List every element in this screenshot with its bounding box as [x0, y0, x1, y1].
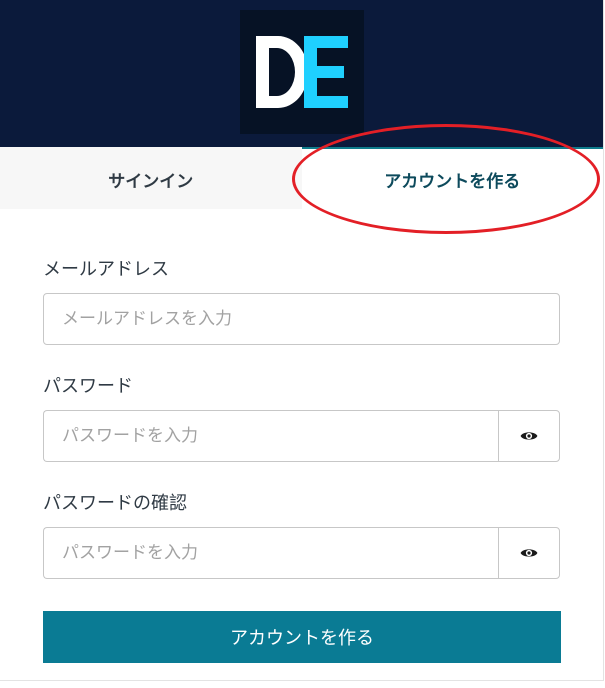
- email-input[interactable]: [43, 293, 560, 345]
- signup-panel: サインイン アカウントを作る メールアドレス パスワード パスワードの確認: [0, 0, 604, 681]
- password-field-wrap: [43, 410, 560, 462]
- logo-letter-e: [303, 36, 348, 108]
- password-label: パスワード: [43, 376, 133, 397]
- eye-icon: [520, 549, 538, 557]
- eye-icon: [520, 432, 538, 440]
- confirm-password-label: パスワードの確認: [43, 493, 187, 514]
- header: [0, 0, 603, 147]
- auth-tabs: サインイン アカウントを作る: [0, 124, 603, 234]
- signup-form: メールアドレス パスワード パスワードの確認: [0, 209, 603, 663]
- create-account-button[interactable]: アカウントを作る: [43, 611, 561, 663]
- password-visibility-toggle[interactable]: [498, 410, 560, 462]
- confirm-password-input[interactable]: [43, 527, 498, 579]
- de-logo: [239, 10, 364, 134]
- email-field-wrap: [43, 293, 560, 345]
- tab-create-account[interactable]: アカウントを作る: [301, 147, 603, 209]
- logo-letter-d: [255, 36, 308, 108]
- email-label: メールアドレス: [43, 259, 169, 280]
- password-input[interactable]: [43, 410, 498, 462]
- confirm-password-visibility-toggle[interactable]: [498, 527, 560, 579]
- de-logo-mark: [255, 36, 348, 108]
- confirm-password-field-wrap: [43, 527, 560, 579]
- tab-sign-in[interactable]: サインイン: [0, 147, 302, 209]
